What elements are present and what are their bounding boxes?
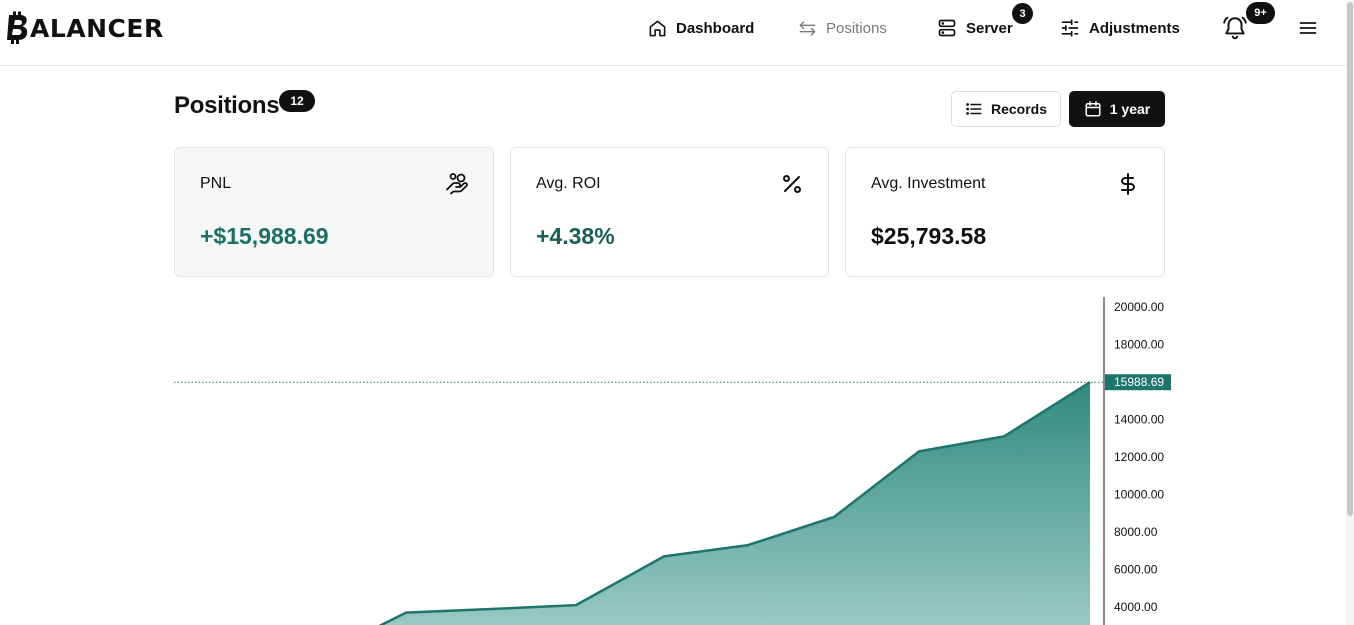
y-tick-label: 14000.00	[1114, 413, 1164, 427]
brand-name: ALANCER	[30, 13, 164, 43]
y-tick-label: 8000.00	[1114, 525, 1158, 539]
hamburger-menu-icon	[1299, 22, 1317, 34]
server-icon	[938, 19, 956, 37]
page-scrollbar[interactable]	[1346, 0, 1354, 625]
y-tick-label: 18000.00	[1114, 338, 1164, 352]
avg-roi-card: Avg. ROI +4.38%	[510, 147, 829, 277]
pnl-value: +$15,988.69	[200, 223, 329, 249]
period-button[interactable]: 1 year	[1069, 91, 1165, 127]
chart-svg: 20000.00 18000.00 14000.00 12000.00 10000.00…	[174, 297, 1171, 625]
calendar-icon	[1085, 101, 1101, 117]
avg-roi-value: +4.38%	[536, 223, 615, 249]
nav-positions-label: Positions	[826, 19, 887, 37]
bitcoin-b-icon	[7, 11, 28, 44]
brand-logo[interactable]: ALANCER	[6, 10, 164, 46]
avg-investment-value: $25,793.58	[871, 223, 987, 249]
page-scrollbar-thumb[interactable]	[1347, 2, 1353, 516]
nav-adjustments-label: Adjustments	[1089, 19, 1180, 37]
dollar-icon	[1116, 172, 1140, 201]
period-button-label: 1 year	[1109, 101, 1151, 117]
pnl-label: PNL	[200, 175, 232, 192]
home-icon	[649, 20, 666, 36]
records-button-label: Records	[990, 101, 1048, 117]
y-tick-label: 10000.00	[1114, 488, 1164, 502]
nav-positions[interactable]: Positions	[798, 16, 887, 40]
nav-server-label: Server	[966, 19, 1013, 37]
nav-dashboard[interactable]: Dashboard	[648, 16, 754, 40]
server-count-badge: 3	[1012, 3, 1033, 24]
page-title: Positions	[174, 92, 280, 119]
menu-button[interactable]	[1298, 18, 1318, 43]
nav-server[interactable]: Server	[937, 16, 1013, 40]
avg-investment-card: Avg. Investment $25,793.58	[845, 147, 1165, 277]
sliders-icon	[1061, 19, 1079, 37]
avg-roi-label: Avg. ROI	[536, 175, 601, 192]
bell-ringing-icon	[1223, 16, 1247, 40]
arrows-left-right-icon	[799, 20, 816, 36]
pnl-area-fill	[381, 382, 1090, 625]
y-tick-label: 20000.00	[1114, 300, 1164, 314]
pnl-card: PNL +$15,988.69	[174, 147, 494, 277]
hand-coins-icon	[445, 172, 469, 201]
percent-icon	[780, 172, 804, 201]
y-tick-label: 6000.00	[1114, 563, 1158, 577]
pnl-area-chart: 20000.00 18000.00 14000.00 12000.00 10000.00…	[174, 297, 1174, 625]
nav-adjustments[interactable]: Adjustments	[1060, 16, 1180, 40]
y-tick-label: 12000.00	[1114, 450, 1164, 464]
top-navbar: ALANCER Dashboard Positions Server 3 Adj…	[0, 0, 1346, 66]
nav-dashboard-label: Dashboard	[676, 19, 755, 37]
notifications-button[interactable]	[1222, 15, 1248, 46]
list-icon	[966, 103, 982, 115]
y-tick-label: 4000.00	[1114, 600, 1158, 614]
avg-investment-label: Avg. Investment	[871, 175, 986, 192]
notifications-count-badge: 9+	[1246, 2, 1275, 24]
current-value-tag-label: 15988.69	[1114, 375, 1164, 389]
records-button[interactable]: Records	[951, 91, 1061, 127]
positions-count-badge: 12	[279, 90, 315, 112]
